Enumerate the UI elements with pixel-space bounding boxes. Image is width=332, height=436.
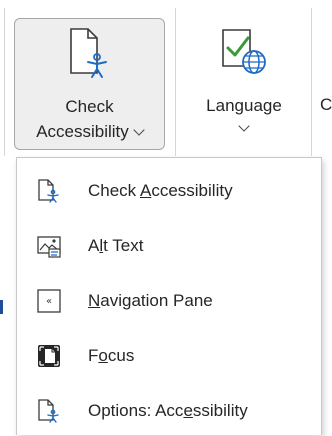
access-key: N — [88, 291, 101, 310]
check-accessibility-dropdown-menu: Check Accessibility Alt Text « Navigatio… — [16, 157, 322, 435]
label-part: avigation Pane — [100, 291, 213, 310]
menu-item-label: Check Accessibility — [88, 181, 233, 201]
label-part: F — [88, 346, 99, 365]
check-accessibility-label-text: Accessibility — [36, 122, 129, 141]
alt-text-icon — [37, 234, 61, 258]
svg-text:«: « — [46, 296, 52, 307]
accessibility-options-icon — [37, 399, 61, 423]
label-part: ssibility — [192, 401, 248, 420]
menu-item-label: Alt Text — [88, 236, 143, 256]
focus-icon — [37, 344, 61, 368]
accessibility-document-icon — [37, 179, 61, 203]
language-icon — [220, 26, 268, 81]
check-accessibility-label-line2: Accessibility — [15, 120, 164, 144]
language-chevron-row — [185, 116, 303, 140]
menu-item-label: Focus — [88, 346, 134, 366]
menu-item-check-accessibility[interactable]: Check Accessibility — [17, 166, 321, 216]
label-part: Check — [88, 181, 140, 200]
label-part: A — [88, 236, 100, 255]
group-separator — [175, 8, 176, 156]
document-edge-mark — [0, 300, 3, 314]
menu-item-label: Navigation Pane — [88, 291, 213, 311]
group-separator — [4, 8, 5, 156]
menu-item-navigation-pane[interactable]: « Navigation Pane — [17, 276, 321, 326]
access-key: A — [139, 181, 152, 200]
language-label: Language — [206, 96, 282, 115]
check-accessibility-button[interactable]: Check Accessibility — [14, 18, 165, 150]
menu-item-alt-text[interactable]: Alt Text — [17, 221, 321, 271]
ribbon-review-tab: Check Accessibility Language C — [0, 0, 332, 170]
menu-item-label: Options: Accessibility — [88, 401, 248, 421]
check-accessibility-label-line1: Check — [65, 97, 114, 116]
language-button[interactable]: Language — [185, 18, 303, 150]
label-part: t Text — [103, 236, 144, 255]
navigation-pane-icon: « — [37, 289, 61, 313]
accessibility-document-icon — [68, 27, 112, 84]
menu-item-focus[interactable]: Focus — [17, 331, 321, 381]
chevron-down-icon[interactable] — [238, 120, 250, 132]
access-key: e — [183, 401, 193, 420]
group-separator — [311, 8, 312, 156]
next-ribbon-button-partial[interactable]: C — [320, 95, 332, 115]
access-key: o — [98, 346, 108, 365]
chevron-down-icon[interactable] — [133, 124, 145, 136]
menu-item-options-accessibility[interactable]: Options: Accessibility — [17, 386, 321, 436]
label-part: ccessibility — [151, 181, 233, 200]
label-part: Options: Acc — [88, 401, 184, 420]
label-part: cus — [107, 346, 135, 365]
